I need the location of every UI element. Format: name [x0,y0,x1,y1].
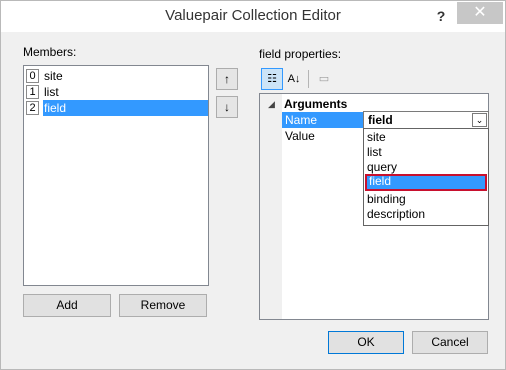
combobox-value: field [368,113,393,127]
member-item-field[interactable]: 2 field [24,100,208,116]
dropdown-option[interactable]: query [365,160,487,175]
help-button[interactable]: ? [427,5,455,27]
member-index: 0 [26,69,39,83]
chevron-down-icon: ⌄ [475,115,484,125]
dropdown-arrow-button[interactable]: ⌄ [472,113,487,127]
remove-button[interactable]: Remove [119,294,207,317]
dropdown-option[interactable]: description [365,207,487,222]
member-item-list[interactable]: 1 list [24,84,208,100]
add-button[interactable]: Add [23,294,111,317]
properties-label: field properties: [259,47,342,61]
category-arguments[interactable]: ◢ Arguments [260,96,488,112]
title-bar: Valuepair Collection Editor ? ✕ [1,1,505,32]
move-down-button[interactable]: ↓ [216,96,238,118]
dropdown-option[interactable]: binding [365,192,487,207]
property-name: Value [285,129,315,143]
property-pages-button[interactable]: ▭ [313,68,335,90]
member-index: 2 [26,101,39,115]
ok-button[interactable]: OK [328,331,404,354]
name-value-combobox[interactable]: field ⌄ [363,111,489,129]
member-name: list [44,85,59,99]
cancel-button[interactable]: Cancel [412,331,488,354]
dropdown-option[interactable]: list [365,145,487,160]
collection-editor-dialog: Valuepair Collection Editor ? ✕ Members:… [0,0,506,370]
member-item-site[interactable]: 0 site [24,68,208,84]
sort-alphabetical-icon: A↓ [287,73,301,85]
close-icon: ✕ [473,4,487,21]
move-up-button[interactable]: ↑ [216,68,238,90]
arrow-up-icon: ↑ [224,72,230,86]
close-button[interactable]: ✕ [457,2,503,24]
member-name: site [44,69,63,83]
toolbar-separator [308,70,309,88]
categorized-icon: ☷ [267,73,277,85]
grid-margin [260,94,282,319]
alphabetical-button[interactable]: A↓ [283,68,305,90]
arrow-down-icon: ↓ [224,100,230,114]
property-name: Name [282,112,366,128]
collapse-icon[interactable]: ◢ [268,96,275,112]
categorized-button[interactable]: ☷ [261,68,283,90]
member-name: field [43,100,208,116]
dropdown-list: site list query field binding descriptio… [363,128,489,226]
category-label: Arguments [284,97,348,111]
dropdown-option[interactable]: site [365,130,487,145]
property-pages-icon: ▭ [318,73,330,85]
dropdown-option-selected[interactable]: field [365,174,487,191]
members-list[interactable]: 0 site 1 list 2 field [23,65,209,286]
member-index: 1 [26,85,39,99]
members-label: Members: [23,45,77,59]
